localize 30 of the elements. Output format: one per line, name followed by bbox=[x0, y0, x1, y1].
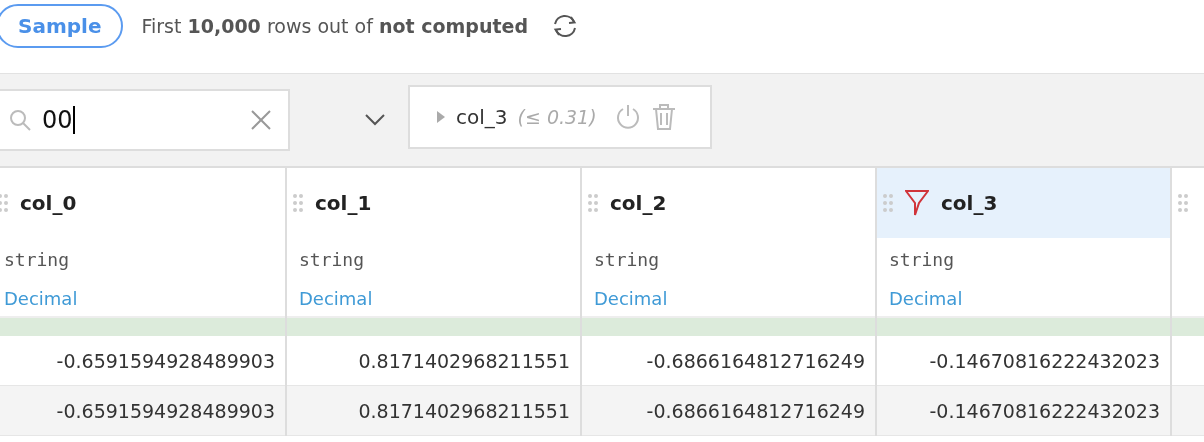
filter-chip[interactable]: col_3 (≤ 0.31) bbox=[408, 85, 712, 149]
drag-handle-icon[interactable] bbox=[0, 194, 8, 212]
search-icon bbox=[8, 108, 32, 132]
row-count-summary: First 10,000 rows out of not computed bbox=[141, 14, 528, 37]
filter-condition: (≤ 0.31) bbox=[517, 106, 597, 128]
column-header[interactable]: col_2 bbox=[582, 168, 875, 238]
validity-bar bbox=[1172, 316, 1204, 336]
storage-type: string bbox=[593, 247, 661, 272]
drag-handle-icon[interactable] bbox=[883, 194, 893, 212]
drag-handle-icon[interactable] bbox=[1178, 194, 1188, 212]
clear-icon[interactable] bbox=[250, 109, 272, 131]
drag-handle-icon[interactable] bbox=[293, 194, 303, 212]
table-cell: 0.8171402968211551 bbox=[287, 386, 580, 436]
table-cell: -0.6866164812716249 bbox=[582, 386, 875, 436]
expand-icon[interactable] bbox=[436, 110, 446, 124]
column-header[interactable]: col_3 bbox=[877, 168, 1170, 238]
filter-column-label: col_3 bbox=[456, 105, 508, 129]
drag-handle-icon[interactable] bbox=[588, 194, 598, 212]
filter-icon bbox=[905, 189, 929, 217]
table-cell: -0.14670816222432023 bbox=[877, 386, 1170, 436]
power-icon[interactable] bbox=[614, 103, 641, 131]
column-header[interactable]: col_1 bbox=[287, 168, 580, 238]
storage-type: string bbox=[3, 247, 71, 272]
column-header[interactable]: col_0 bbox=[0, 168, 285, 238]
table-cell: -0.6591594928489903 bbox=[0, 386, 285, 436]
search-field[interactable]: 00 bbox=[0, 89, 290, 151]
trash-icon[interactable] bbox=[650, 103, 677, 131]
storage-type: string bbox=[888, 247, 956, 272]
storage-type: string bbox=[298, 247, 366, 272]
chevron-down-icon[interactable] bbox=[364, 113, 386, 127]
